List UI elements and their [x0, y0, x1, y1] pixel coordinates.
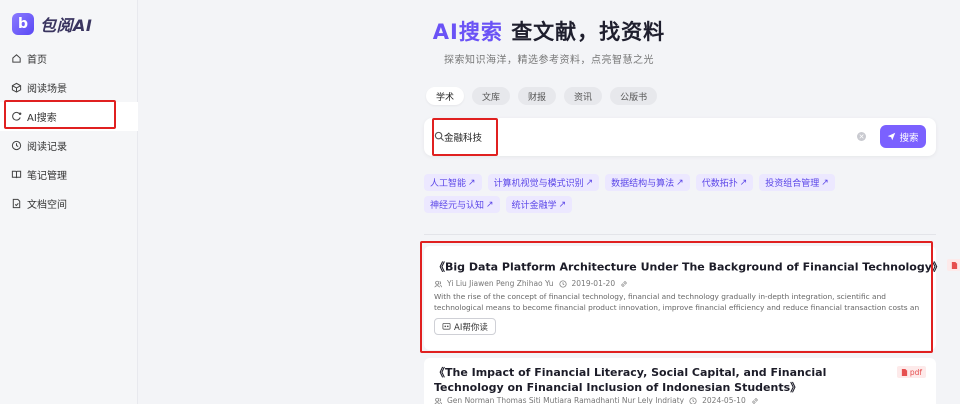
close-icon: ✕ — [858, 132, 865, 141]
sidebar-nav: 首页 阅读场景 AI搜索 阅读记录 笔记管理 文档空间 — [0, 44, 138, 218]
search-button[interactable]: 搜索 — [880, 125, 926, 148]
cube-icon — [11, 82, 22, 93]
tab-library[interactable]: 文库 — [472, 87, 511, 105]
pdf-file-icon — [951, 261, 958, 269]
result-card[interactable]: 《The Impact of Financial Literacy, Socia… — [424, 358, 936, 404]
arrow-up-right-icon: ↗ — [468, 177, 476, 188]
app-name: 包阅AI — [40, 16, 93, 35]
suggestion-chip[interactable]: 数据结构与算法 ↗ — [605, 174, 690, 191]
result-meta: Gen Norman Thomas Siti Mutiara Ramadhant… — [434, 396, 759, 404]
book-icon — [11, 170, 22, 179]
sidebar-item-label: 首页 — [27, 55, 47, 66]
pdf-badge: pdf — [896, 366, 926, 378]
result-date: 2024-05-10 — [702, 396, 746, 404]
tab-news[interactable]: 资讯 — [564, 87, 603, 105]
home-icon — [12, 54, 21, 63]
title-accent: AI搜索 — [432, 20, 503, 44]
send-icon — [888, 132, 896, 141]
arrow-up-right-icon: ↗ — [486, 199, 494, 210]
pdf-badge: pdf — [946, 259, 960, 271]
result-title[interactable]: 《Big Data Platform Architecture Under Th… — [434, 259, 960, 275]
suggestion-chip[interactable]: 人工智能 ↗ — [424, 174, 482, 191]
sidebar-item-label: 文档空间 — [27, 200, 67, 211]
title-rest: 查文献，找资料 — [511, 20, 666, 44]
sidebar: b 包阅AI 首页 阅读场景 AI搜索 阅读记录 笔记管理 文档空间 — [0, 0, 138, 404]
arrow-up-right-icon: ↗ — [821, 177, 829, 188]
authors-icon — [434, 397, 442, 404]
pdf-file-icon — [901, 368, 907, 376]
tab-academic[interactable]: 学术 — [426, 87, 465, 105]
divider — [424, 234, 936, 235]
result-authors: Yi Liu Jiawen Peng Zhihao Yu — [447, 279, 554, 288]
clock-icon — [558, 279, 567, 288]
sidebar-item-doc-space[interactable]: 文档空间 — [0, 189, 138, 218]
ai-chat-icon — [442, 322, 451, 330]
page-subtitle: 探索知识海洋，精选参考资料，点亮智慧之光 — [444, 55, 654, 66]
suggestion-chip[interactable]: 神经元与认知 ↗ — [424, 196, 500, 213]
result-date: 2019-01-20 — [571, 279, 616, 288]
app-logo[interactable]: b 包阅AI — [12, 12, 92, 36]
source-tabs: 学术 文库 财报 资讯 公版书 — [426, 87, 658, 105]
sidebar-item-home[interactable]: 首页 — [0, 44, 138, 73]
ai-search-icon — [12, 111, 22, 121]
suggestion-chip[interactable]: 计算机视觉与模式识别 ↗ — [487, 174, 600, 191]
result-authors: Gen Norman Thomas Siti Mutiara Ramadhant… — [447, 396, 685, 404]
sidebar-item-label: 笔记管理 — [27, 171, 67, 182]
sidebar-item-reading-history[interactable]: 阅读记录 — [0, 131, 138, 160]
arrow-up-right-icon: ↗ — [676, 177, 684, 188]
sidebar-item-notes[interactable]: 笔记管理 — [0, 160, 138, 189]
result-card[interactable]: 《Big Data Platform Architecture Under Th… — [424, 246, 960, 350]
sidebar-item-label: AI搜索 — [27, 113, 57, 124]
tab-financial-reports[interactable]: 财报 — [518, 87, 557, 105]
suggestion-chip[interactable]: 统计金融学 ↗ — [505, 196, 573, 213]
sidebar-item-label: 阅读场景 — [27, 84, 67, 95]
result-meta: Yi Liu Jiawen Peng Zhihao Yu 2019-01-20 — [434, 279, 628, 288]
sidebar-item-reading-scenes[interactable]: 阅读场景 — [0, 73, 138, 102]
search-button-label: 搜索 — [899, 132, 919, 144]
arrow-up-right-icon: ↗ — [739, 177, 748, 188]
arrow-up-right-icon: ↗ — [558, 199, 567, 210]
suggestion-chips: 人工智能 ↗ 计算机视觉与模式识别 ↗ 数据结构与算法 ↗ 代数拓扑 ↗ 投资组合管理 ↗… — [424, 174, 894, 213]
link-icon[interactable] — [751, 397, 759, 404]
ai-read-label: AI帮你读 — [454, 322, 488, 333]
suggestion-chip[interactable]: 投资组合管理 ↗ — [759, 174, 835, 191]
logo-mark: b — [12, 13, 34, 35]
sidebar-item-ai-search[interactable]: AI搜索 — [0, 102, 138, 131]
clock-icon — [11, 140, 22, 151]
search-box: ✕ 搜索 — [424, 118, 936, 156]
result-abstract: With the rise of the concept of financia… — [434, 292, 920, 312]
search-input[interactable] — [444, 127, 824, 147]
link-icon[interactable] — [620, 280, 628, 288]
suggestion-chip[interactable]: 代数拓扑 ↗ — [695, 174, 754, 191]
main-content: AI搜索 查文献，找资料 探索知识海洋，精选参考资料，点亮智慧之光 学术 文库 … — [138, 0, 960, 404]
authors-icon — [434, 280, 442, 287]
result-title[interactable]: 《The Impact of Financial Literacy, Socia… — [434, 365, 894, 395]
clock-icon — [689, 396, 697, 404]
sidebar-item-label: 阅读记录 — [27, 142, 67, 153]
folder-icon — [12, 198, 21, 209]
page-title: AI搜索 查文献，找资料 — [138, 16, 960, 46]
clear-search-button[interactable]: ✕ — [857, 132, 866, 141]
tab-public-books[interactable]: 公版书 — [610, 87, 658, 105]
ai-read-button[interactable]: AI帮你读 — [434, 318, 496, 335]
arrow-up-right-icon: ↗ — [585, 177, 594, 188]
